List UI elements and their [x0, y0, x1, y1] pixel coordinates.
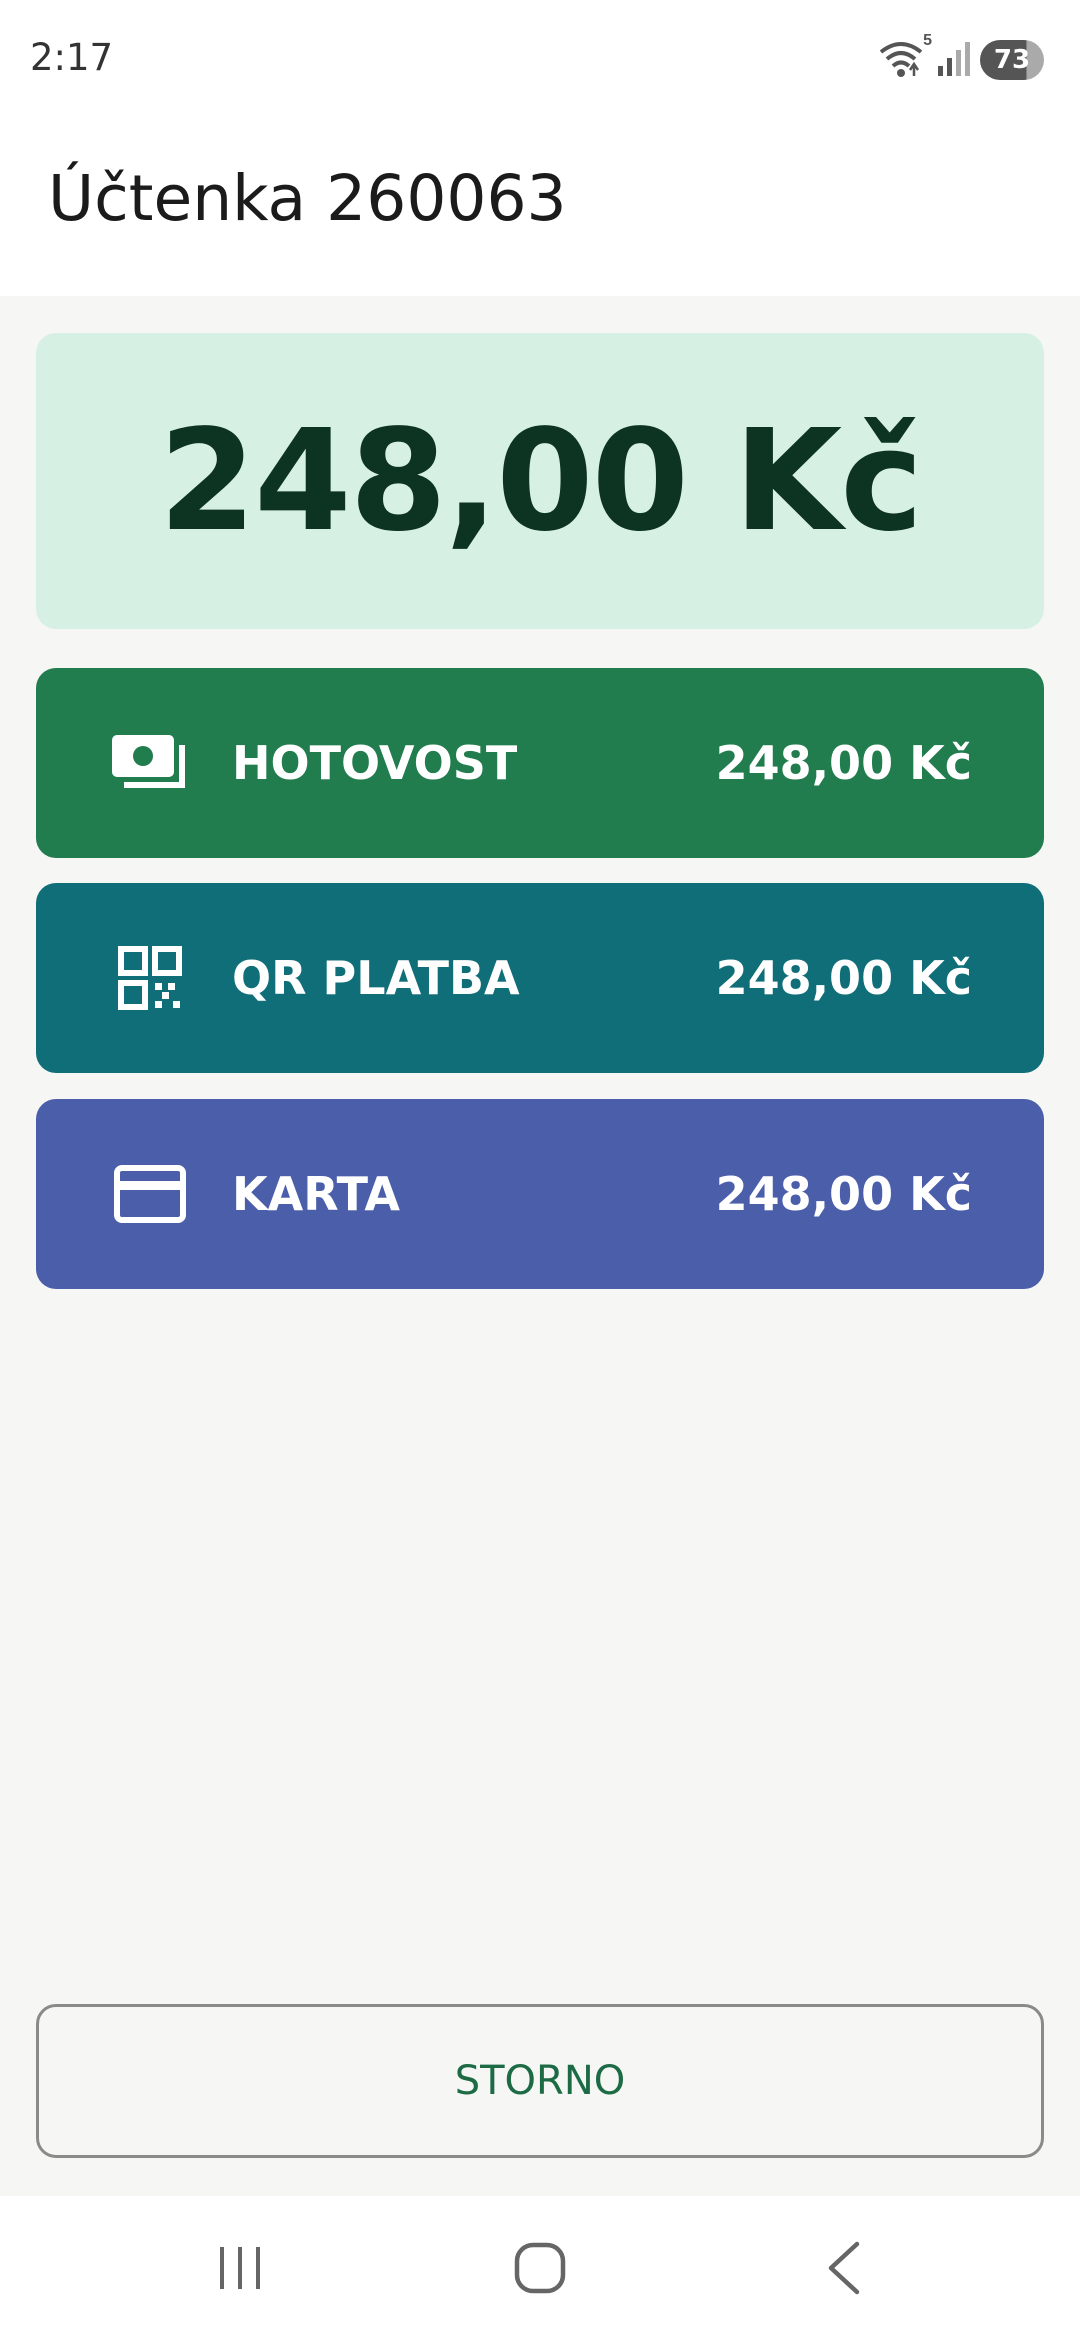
status-bar: 2:17 5 73	[0, 0, 1080, 120]
wifi-badge: 5	[923, 31, 932, 49]
cash-icon	[110, 723, 190, 803]
total-amount: 248,00 Kč	[158, 399, 923, 563]
total-amount-card: 248,00 Kč	[36, 333, 1044, 629]
home-button[interactable]	[500, 2236, 580, 2300]
pay-card-label: KARTA	[232, 1167, 401, 1221]
recent-apps-icon	[220, 2247, 260, 2289]
signal-icon	[936, 38, 972, 81]
credit-card-icon	[110, 1154, 190, 1234]
battery-icon: 73	[980, 39, 1044, 80]
pay-qr-label: QR PLATBA	[232, 951, 520, 1005]
home-icon	[514, 2242, 566, 2294]
recent-apps-button[interactable]	[200, 2236, 280, 2300]
wifi-icon: 5	[878, 32, 932, 80]
qr-code-icon	[110, 938, 190, 1018]
pay-cash-label: HOTOVOST	[232, 736, 518, 790]
storno-button[interactable]: STORNO	[36, 2004, 1044, 2158]
pay-card-amount: 248,00 Kč	[715, 1167, 972, 1221]
system-nav-bar	[0, 2196, 1080, 2340]
pay-qr-button[interactable]: QR PLATBA 248,00 Kč	[36, 883, 1044, 1073]
pay-qr-amount: 248,00 Kč	[715, 951, 972, 1005]
app-bar: Účtenka 260063	[0, 120, 1080, 296]
status-time: 2:17	[30, 36, 114, 79]
page-title: Účtenka 260063	[48, 162, 567, 235]
back-button[interactable]	[805, 2236, 885, 2300]
pay-cash-amount: 248,00 Kč	[715, 736, 972, 790]
pay-cash-button[interactable]: HOTOVOST 248,00 Kč	[36, 668, 1044, 858]
status-icons: 5 73	[878, 32, 1044, 81]
pay-card-button[interactable]: KARTA 248,00 Kč	[36, 1099, 1044, 1289]
back-icon	[828, 2241, 860, 2295]
